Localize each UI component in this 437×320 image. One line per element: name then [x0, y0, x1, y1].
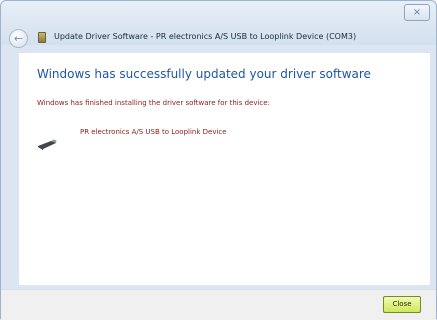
back-arrow-icon: ←	[13, 32, 24, 45]
status-message: Windows has finished installing the driv…	[37, 99, 270, 107]
window-title: Update Driver Software - PR electronics …	[54, 32, 357, 41]
update-driver-window: × ← Update Driver Software - PR electron…	[0, 0, 437, 320]
close-icon: ×	[412, 7, 422, 18]
content-panel: Windows has successfully updated your dr…	[19, 53, 430, 285]
title-bar: × ← Update Driver Software - PR electron…	[1, 1, 436, 48]
back-button[interactable]: ←	[9, 29, 28, 48]
window-close-button[interactable]: ×	[404, 4, 430, 21]
usb-device-icon	[38, 139, 57, 150]
driver-software-icon	[38, 32, 46, 43]
device-name: PR electronics A/S USB to Looplink Devic…	[80, 128, 227, 136]
button-bar: Close	[1, 289, 436, 320]
close-button[interactable]: Close	[383, 296, 421, 313]
page-heading: Windows has successfully updated your dr…	[37, 67, 371, 81]
